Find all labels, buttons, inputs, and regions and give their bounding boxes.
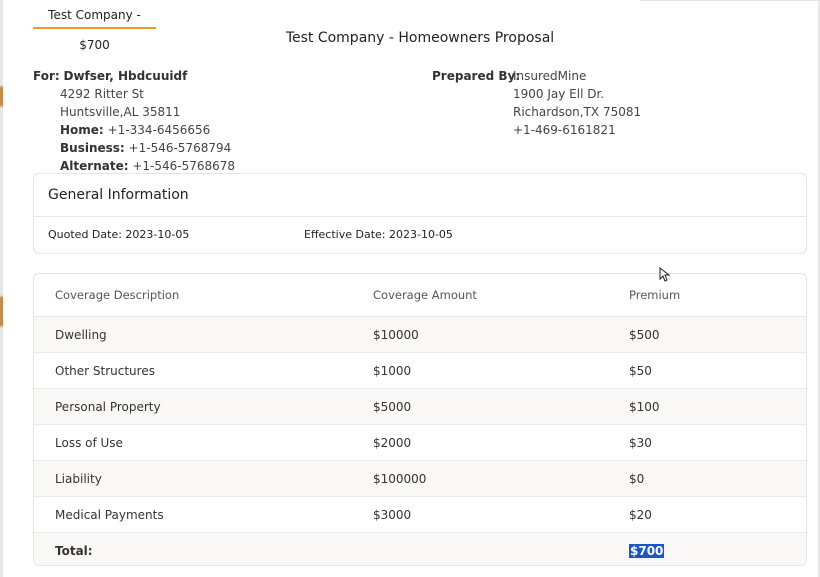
general-information-card: General Information Quoted Date: 2023-10… bbox=[33, 173, 807, 254]
coverage-description: Dwelling bbox=[34, 316, 373, 353]
total-label: Total: bbox=[34, 532, 373, 565]
mouse-cursor-icon bbox=[659, 267, 670, 282]
coverage-table: Coverage Description Coverage Amount Pre… bbox=[34, 274, 806, 565]
coverage-description: Liability bbox=[34, 460, 373, 497]
coverage-description: Medical Payments bbox=[34, 496, 373, 533]
total-row: Total: $700 bbox=[34, 532, 806, 565]
table-row: Other Structures $1000 $50 bbox=[34, 352, 806, 389]
col-header-description: Coverage Description bbox=[34, 274, 373, 317]
coverage-description: Personal Property bbox=[34, 388, 373, 425]
coverage-amount: $100000 bbox=[373, 460, 629, 497]
coverage-amount: $2000 bbox=[373, 424, 629, 461]
agency-address-line1: 1900 Jay Ell Dr. bbox=[513, 87, 605, 101]
table-header-row: Coverage Description Coverage Amount Pre… bbox=[34, 274, 806, 317]
agency-phone: +1-469-6161821 bbox=[513, 123, 616, 137]
coverage-description: Loss of Use bbox=[34, 424, 373, 461]
coverage-description: Other Structures bbox=[34, 352, 373, 389]
business-phone: +1-546-5768794 bbox=[128, 141, 232, 155]
coverage-amount: $5000 bbox=[373, 388, 629, 425]
client-name: Dwfser, Hbdcuuidf bbox=[63, 69, 188, 83]
coverage-premium: $20 bbox=[629, 496, 806, 533]
coverage-premium: $500 bbox=[629, 316, 806, 353]
coverage-premium: $0 bbox=[629, 460, 806, 497]
client-info: For: Dwfser, Hbdcuuidf 4292 Ritter St Hu… bbox=[33, 67, 235, 175]
table-row: Loss of Use $2000 $30 bbox=[34, 424, 806, 461]
agency-address-line2: Richardson,TX 75081 bbox=[513, 105, 642, 119]
prepared-by-label: Prepared By: bbox=[432, 69, 521, 83]
quoted-date: Quoted Date: 2023-10-05 bbox=[48, 228, 190, 241]
coverage-amount: $10000 bbox=[373, 316, 629, 353]
top-divider bbox=[640, 0, 820, 1]
business-label: Business: bbox=[60, 141, 125, 155]
agency-name: InsuredMine bbox=[513, 69, 587, 83]
left-edge-strip bbox=[0, 0, 3, 577]
client-address-line1: 4292 Ritter St bbox=[60, 87, 144, 101]
tab-test-company[interactable]: Test Company - $700 bbox=[33, 0, 156, 52]
home-label: Home: bbox=[60, 123, 104, 137]
client-address-line2: Huntsville,AL 35811 bbox=[60, 105, 181, 119]
col-header-premium: Premium bbox=[629, 274, 806, 317]
coverage-table-card: Coverage Description Coverage Amount Pre… bbox=[33, 273, 807, 566]
page-title: Test Company - Homeowners Proposal bbox=[285, 30, 555, 46]
coverage-amount: $3000 bbox=[373, 496, 629, 533]
total-premium[interactable]: $700 bbox=[629, 543, 665, 558]
table-row: Personal Property $5000 $100 bbox=[34, 388, 806, 425]
alternate-phone: +1-546-5768678 bbox=[132, 159, 236, 173]
for-label: For: bbox=[33, 69, 60, 83]
home-phone: +1-334-6456656 bbox=[107, 123, 211, 137]
alternate-label: Alternate: bbox=[60, 159, 129, 173]
active-tab-indicator bbox=[33, 27, 156, 29]
table-row: Liability $100000 $0 bbox=[34, 460, 806, 497]
table-row: Medical Payments $3000 $20 bbox=[34, 496, 806, 533]
col-header-amount: Coverage Amount bbox=[373, 274, 629, 317]
general-information-title: General Information bbox=[34, 174, 806, 217]
total-amount-empty bbox=[373, 532, 629, 565]
effective-date: Effective Date: 2023-10-05 bbox=[304, 228, 453, 241]
coverage-premium: $50 bbox=[629, 352, 806, 389]
coverage-amount: $1000 bbox=[373, 352, 629, 389]
coverage-premium: $30 bbox=[629, 424, 806, 461]
table-row: Dwelling $10000 $500 bbox=[34, 316, 806, 353]
coverage-premium: $100 bbox=[629, 388, 806, 425]
